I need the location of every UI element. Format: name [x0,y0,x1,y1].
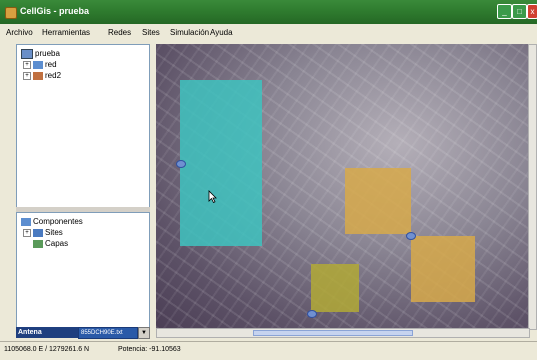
coverage-cell-orange-2[interactable] [411,236,475,302]
components-tree-panel: Componentes + Sites Capas [16,212,150,328]
coverage-cell-orange-1[interactable] [345,168,411,234]
layer-label: Antena [16,327,78,338]
map-view[interactable] [156,44,528,328]
sites-icon [33,228,43,237]
title-bar: CellGis - prueba _ □ x [0,0,537,24]
minimize-button[interactable]: _ [497,4,512,19]
coverage-cell-olive[interactable] [311,264,359,312]
menu-redes[interactable]: Redes [108,28,131,37]
horizontal-scroll-thumb[interactable] [253,330,413,336]
menu-bar: Archivo Herramientas Redes Sites Simulac… [0,24,537,42]
tree-item-red[interactable]: + red [23,60,57,69]
menu-herramientas[interactable]: Herramientas [42,28,90,37]
network-icon [33,60,43,69]
site-marker[interactable] [176,160,186,168]
layers-icon [33,239,43,248]
tree-item-sites[interactable]: + Sites [23,228,63,237]
menu-sites[interactable]: Sites [142,28,160,37]
components-icon [21,217,31,226]
project-icon [21,49,33,59]
menu-simulacion[interactable]: Simulación [170,28,209,37]
coordinates-readout: 1105068.0 E / 1279261.6 N [4,346,90,353]
tree-root-componentes[interactable]: Componentes [21,217,83,226]
coverage-cell-cyan[interactable] [180,80,262,246]
tree-item-red2[interactable]: + red2 [23,71,61,80]
maximize-button[interactable]: □ [512,4,527,19]
status-bar: 1105068.0 E / 1279261.6 N Potencia: -91.… [0,341,537,360]
antenna-file-select[interactable]: 855DCH90E.txt [78,327,138,339]
power-readout: Potencia: -91.10563 [118,346,181,353]
menu-archivo[interactable]: Archivo [6,28,33,37]
close-button[interactable]: x [527,4,537,19]
app-icon [5,7,17,19]
menu-ayuda[interactable]: Ayuda [210,28,233,37]
network-icon [33,71,43,80]
expand-icon[interactable]: + [23,228,31,237]
tree-item-capas[interactable]: Capas [33,239,68,248]
site-marker[interactable] [307,310,317,318]
window-title: CellGis - prueba [20,6,90,16]
vertical-scrollbar[interactable] [528,44,537,330]
horizontal-scrollbar[interactable] [156,328,530,338]
mouse-cursor-icon [208,190,217,203]
dropdown-arrow-icon[interactable]: ▼ [138,327,150,339]
expand-icon[interactable]: + [23,71,31,80]
site-marker[interactable] [406,232,416,240]
tree-root-prueba[interactable]: prueba [21,49,60,59]
network-tree-panel: prueba + red + red2 [16,44,150,208]
expand-icon[interactable]: + [23,60,31,69]
